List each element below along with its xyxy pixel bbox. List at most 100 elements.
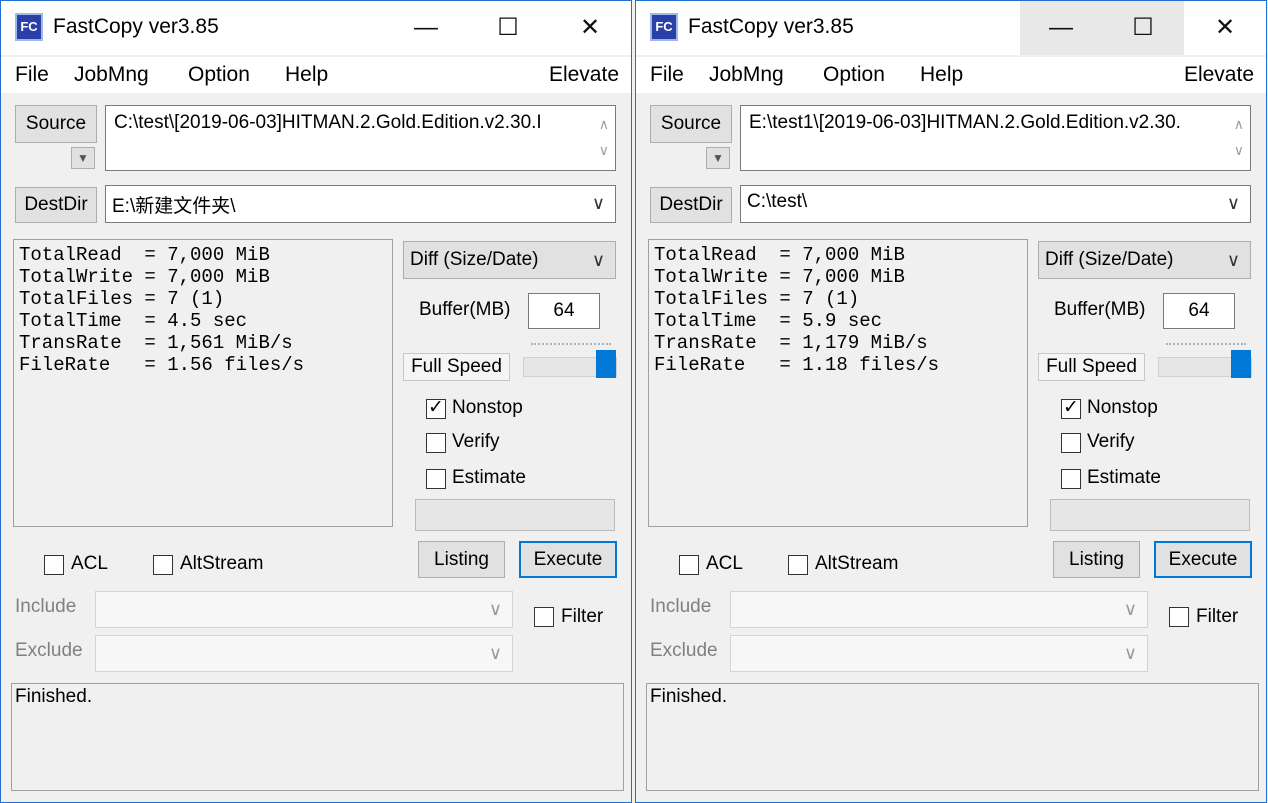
menu-help[interactable]: Help bbox=[920, 63, 963, 87]
nonstop-label: Nonstop bbox=[1087, 397, 1158, 418]
stat-total-write: TotalWrite = 7,000 MiB bbox=[654, 266, 905, 288]
stat-total-files: TotalFiles = 7 (1) bbox=[654, 288, 860, 310]
chevron-down-icon: ∨ bbox=[591, 250, 605, 270]
acl-label: ACL bbox=[706, 553, 743, 574]
listing-button[interactable]: Listing bbox=[1053, 541, 1140, 578]
estimate-checkbox[interactable] bbox=[426, 469, 446, 489]
stat-total-time: TotalTime = 5.9 sec bbox=[654, 310, 883, 332]
estimate-label: Estimate bbox=[1087, 467, 1161, 488]
slider-ticks bbox=[1166, 343, 1246, 345]
chevron-down-icon: ∨ bbox=[1226, 193, 1240, 213]
menu-elevate[interactable]: Elevate bbox=[1184, 63, 1254, 87]
source-path-field[interactable]: C:\test\[2019-06-03]HITMAN.2.Gold.Editio… bbox=[105, 105, 616, 171]
minimize-icon: — bbox=[1049, 14, 1073, 41]
close-icon: ✕ bbox=[579, 14, 601, 41]
maximize-button[interactable]: ☐ bbox=[467, 1, 549, 55]
dest-path-combo[interactable]: E:\新建文件夹\ ∨ bbox=[105, 185, 616, 223]
menu-jobmng[interactable]: JobMng bbox=[709, 63, 784, 87]
speed-slider-thumb[interactable] bbox=[596, 350, 616, 378]
stats-panel: TotalRead = 7,000 MiB TotalWrite = 7,000… bbox=[648, 239, 1028, 527]
speed-slider-thumb[interactable] bbox=[1231, 350, 1251, 378]
stat-file-rate: FileRate = 1.56 files/s bbox=[19, 354, 305, 376]
verify-checkbox[interactable] bbox=[426, 433, 446, 453]
triangle-down-icon: ▼ bbox=[77, 151, 89, 165]
chevron-down-icon: ∨ bbox=[1123, 599, 1137, 619]
stat-total-read: TotalRead = 7,000 MiB bbox=[654, 244, 905, 266]
scroll-up-icon[interactable]: ∧ bbox=[1234, 116, 1244, 133]
source-history-dropdown[interactable]: ▼ bbox=[71, 147, 95, 169]
destdir-button[interactable]: DestDir bbox=[15, 187, 97, 223]
include-label: Include bbox=[650, 596, 712, 617]
exclude-combo[interactable]: ∨ bbox=[95, 635, 513, 672]
execute-button[interactable]: Execute bbox=[1154, 541, 1252, 578]
scroll-down-icon[interactable]: ∨ bbox=[1234, 142, 1244, 159]
exclude-label: Exclude bbox=[15, 640, 83, 661]
execute-button[interactable]: Execute bbox=[519, 541, 617, 578]
stats-panel: TotalRead = 7,000 MiB TotalWrite = 7,000… bbox=[13, 239, 393, 527]
menu-elevate[interactable]: Elevate bbox=[549, 63, 619, 87]
chevron-down-icon: ∨ bbox=[1123, 643, 1137, 663]
maximize-icon: ☐ bbox=[497, 14, 519, 41]
nonstop-checkbox[interactable]: ✓ bbox=[426, 397, 446, 419]
close-button[interactable]: ✕ bbox=[549, 1, 631, 55]
verify-checkbox[interactable] bbox=[1061, 433, 1081, 453]
verify-label: Verify bbox=[1087, 431, 1135, 452]
maximize-button[interactable]: ☐ bbox=[1102, 1, 1184, 55]
acl-checkbox[interactable] bbox=[44, 555, 64, 575]
title-bar[interactable]: FC FastCopy ver3.85 — ☐ ✕ bbox=[636, 1, 1266, 55]
copy-mode-value: Diff (Size/Date) bbox=[410, 249, 539, 270]
scroll-down-icon[interactable]: ∨ bbox=[599, 142, 609, 159]
minimize-button[interactable]: — bbox=[385, 1, 467, 55]
buffer-input[interactable]: 64 bbox=[1163, 293, 1235, 329]
source-history-dropdown[interactable]: ▼ bbox=[706, 147, 730, 169]
include-combo[interactable]: ∨ bbox=[95, 591, 513, 628]
menu-file[interactable]: File bbox=[650, 63, 684, 87]
estimate-label: Estimate bbox=[452, 467, 526, 488]
altstream-checkbox[interactable] bbox=[153, 555, 173, 575]
buffer-input[interactable]: 64 bbox=[528, 293, 600, 329]
exclude-combo[interactable]: ∨ bbox=[730, 635, 1148, 672]
dest-path-combo[interactable]: C:\test\ ∨ bbox=[740, 185, 1251, 223]
altstream-checkbox[interactable] bbox=[788, 555, 808, 575]
fastcopy-app-icon: FC bbox=[650, 13, 678, 41]
dest-path-text: C:\test\ bbox=[747, 191, 808, 212]
menu-bar: File JobMng Option Help Elevate bbox=[636, 57, 1266, 93]
filter-checkbox[interactable] bbox=[1169, 607, 1189, 627]
status-text: Finished. bbox=[650, 686, 728, 707]
filter-checkbox[interactable] bbox=[534, 607, 554, 627]
nonstop-label: Nonstop bbox=[452, 397, 523, 418]
nonstop-checkbox[interactable]: ✓ bbox=[1061, 397, 1081, 419]
source-button[interactable]: Source bbox=[650, 105, 732, 143]
full-speed-label: Full Speed bbox=[403, 353, 510, 381]
source-button[interactable]: Source bbox=[15, 105, 97, 143]
minimize-icon: — bbox=[414, 14, 438, 41]
window-title: FastCopy ver3.85 bbox=[688, 15, 854, 38]
estimate-checkbox[interactable] bbox=[1061, 469, 1081, 489]
menu-jobmng[interactable]: JobMng bbox=[74, 63, 149, 87]
fastcopy-app-icon: FC bbox=[15, 13, 43, 41]
scroll-up-icon[interactable]: ∧ bbox=[599, 116, 609, 133]
speed-slider[interactable] bbox=[523, 350, 617, 378]
acl-checkbox[interactable] bbox=[679, 555, 699, 575]
listing-button[interactable]: Listing bbox=[418, 541, 505, 578]
include-combo[interactable]: ∨ bbox=[730, 591, 1148, 628]
fastcopy-window-left: FC FastCopy ver3.85 — ☐ ✕ File JobMng Op… bbox=[0, 0, 632, 803]
copy-mode-select[interactable]: Diff (Size/Date) ∨ bbox=[403, 241, 616, 279]
source-path-field[interactable]: E:\test1\[2019-06-03]HITMAN.2.Gold.Editi… bbox=[740, 105, 1251, 171]
window-title: FastCopy ver3.85 bbox=[53, 15, 219, 38]
triangle-down-icon: ▼ bbox=[712, 151, 724, 165]
include-label: Include bbox=[15, 596, 77, 617]
title-bar[interactable]: FC FastCopy ver3.85 — ☐ ✕ bbox=[1, 1, 631, 55]
minimize-button[interactable]: — bbox=[1020, 1, 1102, 55]
stat-trans-rate: TransRate = 1,179 MiB/s bbox=[654, 332, 928, 354]
destdir-button[interactable]: DestDir bbox=[650, 187, 732, 223]
speed-slider[interactable] bbox=[1158, 350, 1252, 378]
copy-mode-select[interactable]: Diff (Size/Date) ∨ bbox=[1038, 241, 1251, 279]
menu-file[interactable]: File bbox=[15, 63, 49, 87]
close-button[interactable]: ✕ bbox=[1184, 1, 1266, 55]
maximize-icon: ☐ bbox=[1132, 14, 1154, 41]
menu-help[interactable]: Help bbox=[285, 63, 328, 87]
menu-option[interactable]: Option bbox=[823, 63, 885, 87]
menu-option[interactable]: Option bbox=[188, 63, 250, 87]
buffer-label: Buffer(MB) bbox=[1054, 299, 1146, 320]
